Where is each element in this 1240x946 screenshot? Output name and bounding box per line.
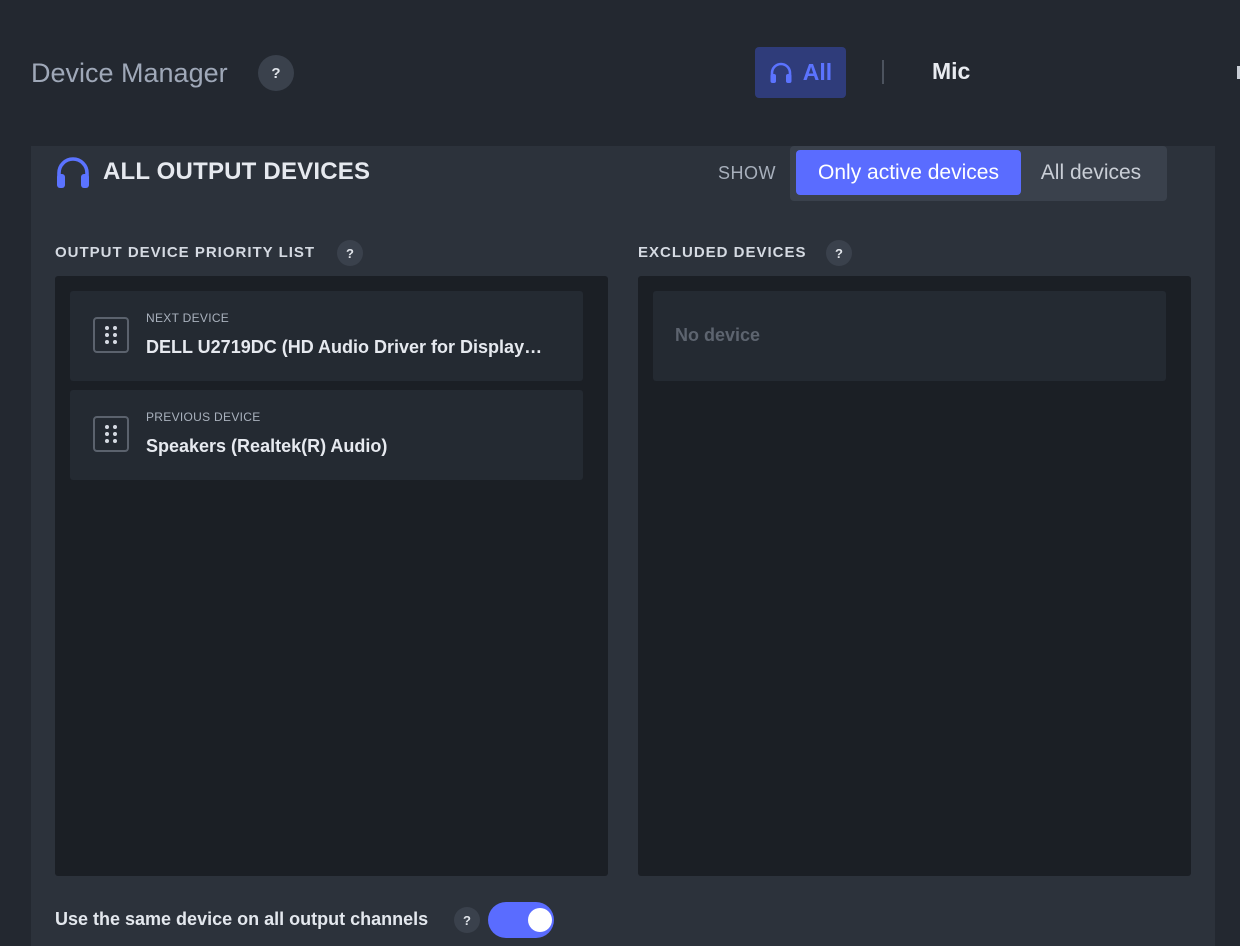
excluded-devices-help-button[interactable]: ? xyxy=(826,240,852,266)
list-item[interactable]: NEXT DEVICE DELL U2719DC (HD Audio Drive… xyxy=(70,291,583,381)
excluded-devices-list: No device xyxy=(638,276,1191,876)
toggle-knob xyxy=(528,908,552,932)
filter-all-devices-button[interactable]: All devices xyxy=(1021,150,1161,195)
priority-list-label: OUTPUT DEVICE PRIORITY LIST xyxy=(55,244,316,261)
device-kicker: NEXT DEVICE xyxy=(146,311,230,325)
tab-all-label: All xyxy=(802,59,833,85)
priority-list-help-button[interactable]: ? xyxy=(337,240,363,266)
tab-mic[interactable]: Mic xyxy=(932,58,970,85)
same-device-label: Use the same device on all output channe… xyxy=(55,909,429,929)
device-manager-page: Device Manager ? All Mic ALL OUTPUT DEVI… xyxy=(0,0,1240,946)
excluded-devices-label: EXCLUDED DEVICES xyxy=(638,244,807,261)
priority-list: NEXT DEVICE DELL U2719DC (HD Audio Drive… xyxy=(55,276,608,876)
page-title: Device Manager xyxy=(31,58,228,88)
device-kicker: PREVIOUS DEVICE xyxy=(146,410,261,424)
same-device-help-button[interactable]: ? xyxy=(454,907,480,933)
drag-handle-icon[interactable] xyxy=(93,416,129,452)
headphones-icon xyxy=(770,62,792,83)
device-filter-toggle: Only active devices All devices xyxy=(790,146,1167,201)
device-name: DELL U2719DC (HD Audio Driver for Displa… xyxy=(146,337,546,357)
tab-divider xyxy=(882,60,884,84)
drag-handle-icon[interactable] xyxy=(93,317,129,353)
list-item[interactable]: PREVIOUS DEVICE Speakers (Realtek(R) Aud… xyxy=(70,390,583,480)
device-name: Speakers (Realtek(R) Audio) xyxy=(146,436,388,456)
output-devices-panel: ALL OUTPUT DEVICES SHOW Only active devi… xyxy=(31,146,1215,946)
empty-state: No device xyxy=(653,291,1166,381)
tab-all[interactable]: All xyxy=(755,47,846,98)
page-help-button[interactable]: ? xyxy=(258,55,294,91)
panel-title: ALL OUTPUT DEVICES xyxy=(103,158,371,185)
same-device-toggle[interactable] xyxy=(488,902,554,938)
empty-state-text: No device xyxy=(675,325,761,345)
headphones-icon xyxy=(57,157,89,188)
show-filter-label: SHOW xyxy=(718,163,776,183)
filter-only-active-button[interactable]: Only active devices xyxy=(796,150,1021,195)
